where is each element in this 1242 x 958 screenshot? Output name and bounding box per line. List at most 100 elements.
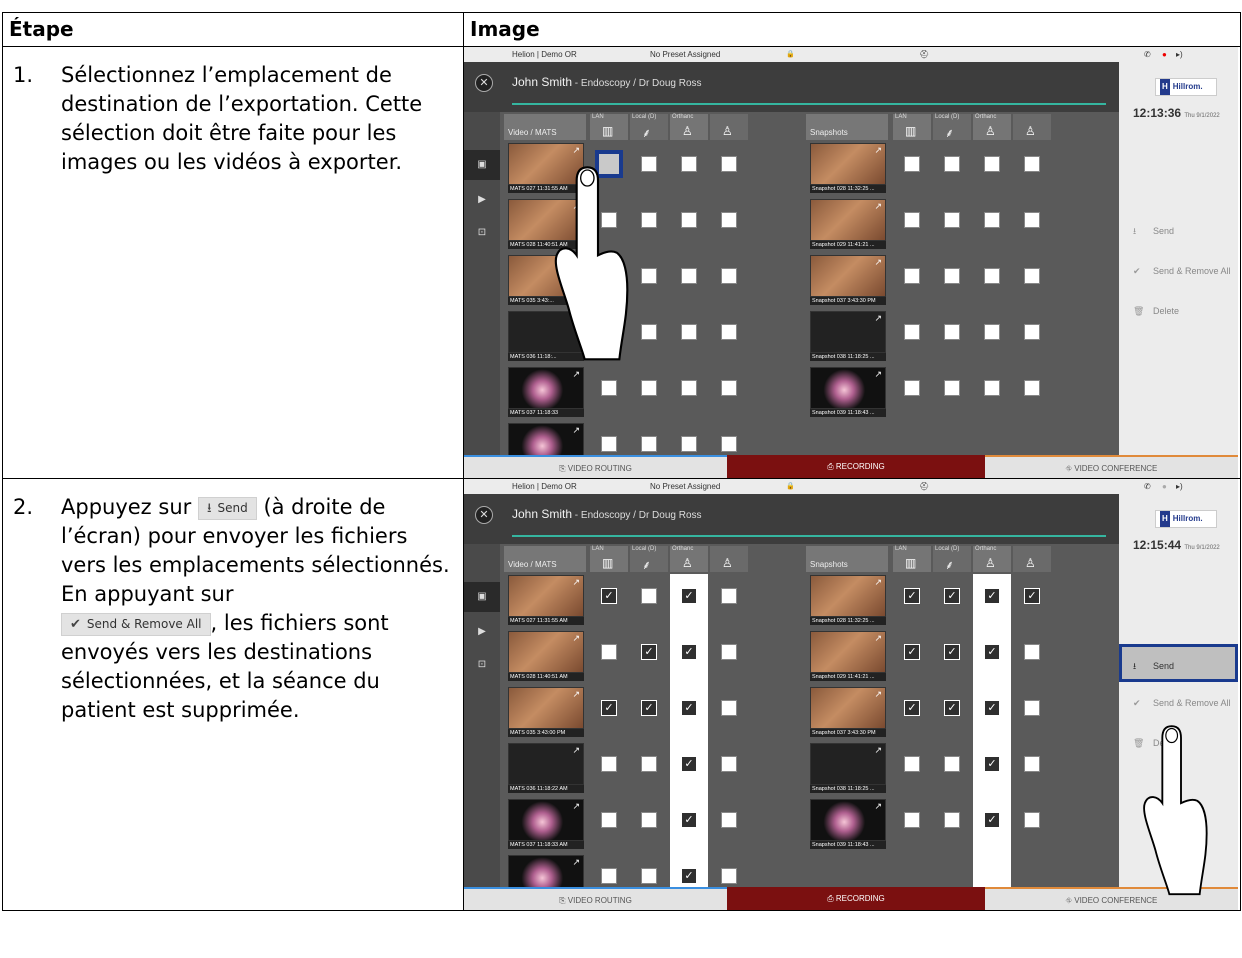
destination-checkbox[interactable] bbox=[601, 644, 617, 660]
snapshot-thumbnail[interactable]: ↗ bbox=[810, 631, 886, 673]
expand-icon[interactable]: ↗ bbox=[874, 801, 882, 812]
expand-icon[interactable]: ↗ bbox=[874, 145, 882, 156]
destination-checkbox[interactable] bbox=[944, 380, 960, 396]
close-icon[interactable]: ✕ bbox=[475, 506, 493, 524]
video-thumbnail[interactable]: ↗ bbox=[508, 687, 584, 729]
destination-checkbox[interactable] bbox=[721, 644, 737, 660]
destination-checkbox[interactable] bbox=[984, 156, 1000, 172]
destination-checkbox[interactable] bbox=[681, 436, 697, 452]
expand-icon[interactable]: ↗ bbox=[572, 745, 580, 756]
destination-checkbox[interactable] bbox=[721, 268, 737, 284]
destination-checkbox[interactable] bbox=[1024, 156, 1040, 172]
destination-checkbox[interactable] bbox=[721, 700, 737, 716]
destination-checkbox[interactable]: ✓ bbox=[641, 700, 657, 716]
delete-button[interactable]: 🗑 Delete bbox=[1119, 292, 1238, 330]
expand-icon[interactable]: ↗ bbox=[572, 425, 580, 436]
video-icon[interactable]: ▶ bbox=[464, 617, 500, 647]
destination-checkbox[interactable] bbox=[641, 812, 657, 828]
expand-icon[interactable]: ↗ bbox=[572, 145, 580, 156]
expand-icon[interactable]: ↗ bbox=[874, 745, 882, 756]
destination-checkbox[interactable] bbox=[721, 436, 737, 452]
expand-icon[interactable]: ↗ bbox=[874, 313, 882, 324]
send-button[interactable]: ⭳ Send bbox=[1119, 212, 1238, 250]
expand-icon[interactable]: ↗ bbox=[572, 577, 580, 588]
destination-checkbox[interactable]: ✓ bbox=[944, 588, 960, 604]
expand-icon[interactable]: ↗ bbox=[572, 689, 580, 700]
destination-checkbox[interactable] bbox=[904, 380, 920, 396]
tab-recording[interactable]: ⎙ RECORDING bbox=[727, 887, 985, 910]
destination-checkbox[interactable] bbox=[681, 268, 697, 284]
destination-checkbox[interactable] bbox=[944, 268, 960, 284]
destination-checkbox[interactable] bbox=[601, 380, 617, 396]
destination-checkbox[interactable] bbox=[721, 324, 737, 340]
video-icon[interactable]: ▶ bbox=[464, 185, 500, 215]
expand-icon[interactable]: ↗ bbox=[572, 857, 580, 868]
snapshot-thumbnail[interactable]: ↗ bbox=[810, 143, 886, 185]
destination-checkbox[interactable] bbox=[1024, 812, 1040, 828]
destination-checkbox[interactable] bbox=[601, 756, 617, 772]
destination-checkbox[interactable] bbox=[944, 212, 960, 228]
destination-checkbox[interactable] bbox=[641, 324, 657, 340]
playback-icon[interactable]: ⊡ bbox=[464, 650, 500, 680]
destination-checkbox[interactable] bbox=[681, 324, 697, 340]
tab-video-routing[interactable]: ⎘ VIDEO ROUTING bbox=[464, 455, 727, 478]
destination-checkbox[interactable] bbox=[721, 380, 737, 396]
destination-checkbox[interactable]: ✓ bbox=[944, 700, 960, 716]
destination-checkbox[interactable] bbox=[601, 812, 617, 828]
destination-checkbox[interactable] bbox=[641, 268, 657, 284]
destination-checkbox[interactable]: ✓ bbox=[904, 700, 920, 716]
expand-icon[interactable]: ↗ bbox=[874, 577, 882, 588]
destination-checkbox[interactable] bbox=[1024, 644, 1040, 660]
video-thumbnail[interactable]: ↗ bbox=[508, 799, 584, 841]
destination-checkbox[interactable]: ✓ bbox=[681, 700, 697, 716]
destination-checkbox[interactable] bbox=[944, 756, 960, 772]
destination-checkbox[interactable] bbox=[641, 868, 657, 884]
destination-checkbox[interactable]: ✓ bbox=[984, 644, 1000, 660]
destination-checkbox[interactable] bbox=[721, 212, 737, 228]
destination-checkbox[interactable]: ✓ bbox=[681, 756, 697, 772]
send-button[interactable]: ⭳ Send bbox=[1119, 644, 1238, 682]
destination-checkbox[interactable] bbox=[1024, 324, 1040, 340]
destination-checkbox[interactable] bbox=[904, 324, 920, 340]
snapshot-thumbnail[interactable]: ↗ bbox=[810, 575, 886, 617]
destination-checkbox[interactable] bbox=[904, 156, 920, 172]
destination-checkbox[interactable] bbox=[721, 756, 737, 772]
destination-checkbox[interactable]: ✓ bbox=[681, 868, 697, 884]
expand-icon[interactable]: ↗ bbox=[874, 689, 882, 700]
destination-checkbox[interactable] bbox=[601, 436, 617, 452]
expand-icon[interactable]: ↗ bbox=[572, 369, 580, 380]
destination-checkbox[interactable]: ✓ bbox=[944, 644, 960, 660]
destination-checkbox[interactable] bbox=[944, 812, 960, 828]
expand-icon[interactable]: ↗ bbox=[572, 633, 580, 644]
destination-checkbox[interactable] bbox=[641, 588, 657, 604]
expand-icon[interactable]: ↗ bbox=[874, 257, 882, 268]
destination-checkbox[interactable] bbox=[721, 868, 737, 884]
destination-checkbox[interactable] bbox=[904, 268, 920, 284]
snapshot-thumbnail[interactable]: ↗ bbox=[810, 743, 886, 785]
destination-checkbox[interactable] bbox=[944, 324, 960, 340]
destination-checkbox[interactable] bbox=[1024, 700, 1040, 716]
destination-checkbox[interactable]: ✓ bbox=[601, 700, 617, 716]
expand-icon[interactable]: ↗ bbox=[874, 201, 882, 212]
destination-checkbox[interactable] bbox=[904, 756, 920, 772]
snapshot-thumbnail[interactable]: ↗ bbox=[810, 199, 886, 241]
snapshot-thumbnail[interactable]: ↗ bbox=[810, 255, 886, 297]
destination-checkbox[interactable]: ✓ bbox=[904, 588, 920, 604]
destination-checkbox[interactable] bbox=[984, 268, 1000, 284]
destination-checkbox[interactable]: ✓ bbox=[984, 700, 1000, 716]
expand-icon[interactable]: ↗ bbox=[874, 633, 882, 644]
destination-checkbox[interactable]: ✓ bbox=[904, 644, 920, 660]
destination-checkbox[interactable]: ✓ bbox=[984, 588, 1000, 604]
destination-checkbox[interactable] bbox=[944, 156, 960, 172]
destination-checkbox[interactable] bbox=[904, 212, 920, 228]
destination-checkbox[interactable] bbox=[1024, 268, 1040, 284]
snapshot-icon[interactable]: ▣ bbox=[464, 150, 500, 180]
destination-checkbox[interactable] bbox=[1024, 756, 1040, 772]
snapshot-thumbnail[interactable]: ↗ bbox=[810, 311, 886, 353]
destination-checkbox[interactable] bbox=[601, 868, 617, 884]
destination-checkbox[interactable] bbox=[641, 380, 657, 396]
destination-checkbox[interactable] bbox=[681, 156, 697, 172]
destination-checkbox[interactable] bbox=[904, 812, 920, 828]
destination-checkbox[interactable]: ✓ bbox=[681, 812, 697, 828]
destination-checkbox[interactable] bbox=[641, 436, 657, 452]
